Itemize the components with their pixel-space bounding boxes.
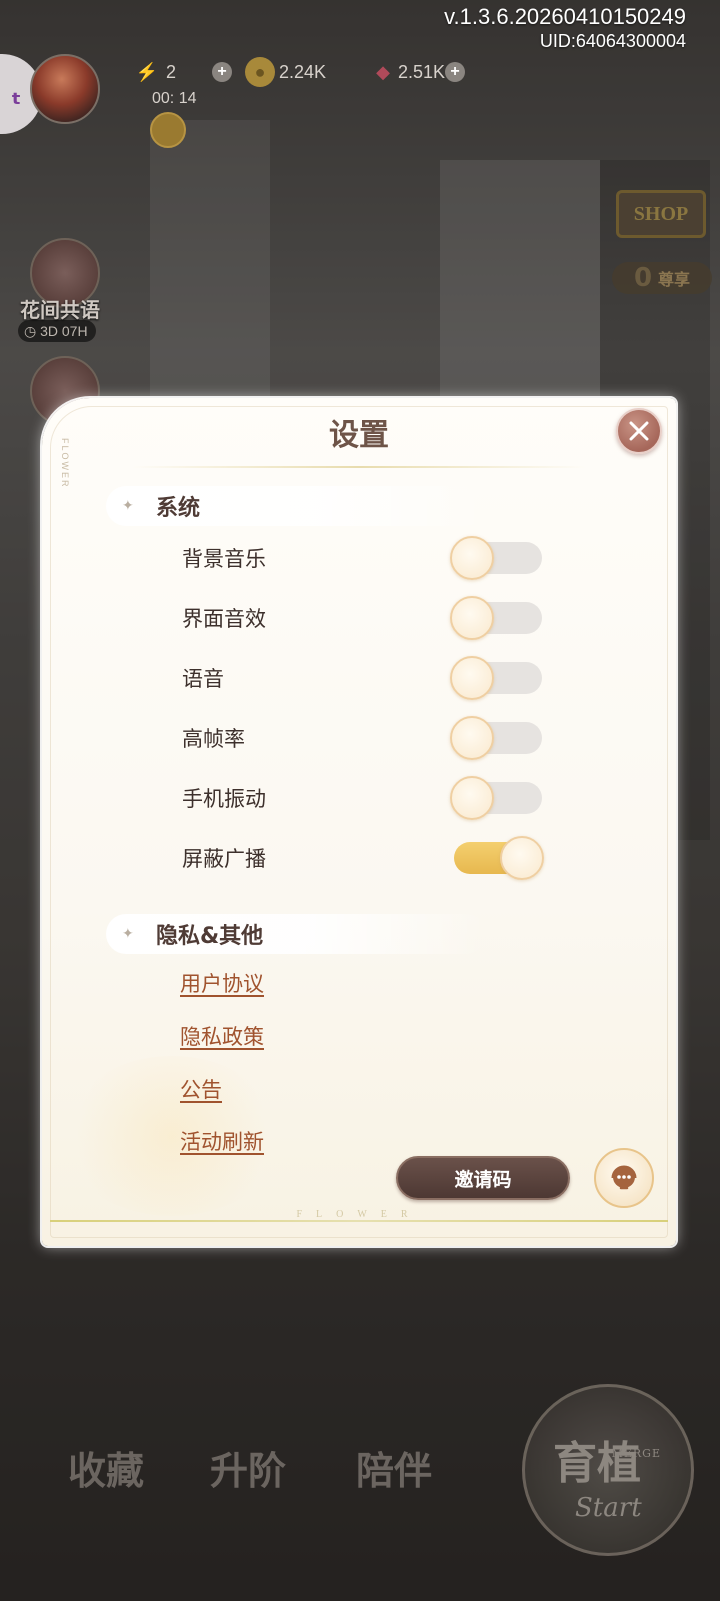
close-icon	[629, 421, 649, 441]
add-gem-button[interactable]: +	[445, 62, 466, 82]
side-event-timer-text: 3D 07H	[40, 323, 88, 339]
vip-label: 尊享	[658, 270, 691, 289]
gold-value: 2.24K	[279, 61, 327, 82]
add-energy-button[interactable]: +	[212, 62, 232, 82]
energy-resource: ⚡ 2 +	[132, 57, 232, 87]
shop-sign[interactable]: SHOP	[616, 190, 706, 238]
gold-resource: ● 2.24K	[245, 57, 326, 87]
energy-value: 2	[166, 61, 177, 82]
setting-row-bgm: 背景音乐	[182, 536, 622, 580]
setting-row-voice: 语音	[182, 656, 622, 700]
page-title: 设置	[329, 418, 389, 453]
ui-sfx-toggle[interactable]	[450, 596, 542, 640]
customer-service-button[interactable]	[594, 1148, 654, 1208]
nav-collection[interactable]: 收藏	[68, 1440, 144, 1495]
setting-label: 高帧率	[182, 727, 245, 751]
section-system: ✦ 系统	[106, 486, 486, 526]
privacy-policy-link[interactable]: 隐私政策	[180, 1021, 264, 1051]
gem-value: 2.51K	[398, 61, 446, 82]
setting-row-high-fps: 高帧率	[182, 716, 622, 760]
version-text: v.1.3.6.20260410150249	[444, 4, 686, 29]
gem-icon: ◆	[376, 61, 390, 82]
voice-toggle[interactable]	[450, 656, 542, 700]
gem-resource: ◆ 2.51K +	[368, 57, 466, 87]
high-fps-toggle[interactable]	[450, 716, 542, 760]
announcement-link[interactable]: 公告	[180, 1074, 222, 1104]
dialog-border	[50, 406, 668, 1238]
section-privacy: ✦ 隐私&其他	[106, 914, 486, 954]
nav-companion[interactable]: 陪伴	[356, 1440, 432, 1495]
setting-row-block-broadcast: 屏蔽广播	[182, 836, 622, 880]
sparkle-icon: ✦	[122, 926, 134, 942]
setting-label: 背景音乐	[182, 547, 266, 571]
lightning-icon: ⚡	[135, 61, 159, 82]
player-avatar-area[interactable]: ₜ	[0, 52, 104, 136]
section-privacy-label: 隐私&其他	[156, 924, 264, 949]
setting-label: 屏蔽广播	[182, 847, 266, 871]
nav-upgrade[interactable]: 升阶	[210, 1440, 286, 1495]
block-broadcast-toggle[interactable]	[452, 836, 544, 880]
avatar[interactable]	[30, 54, 100, 124]
sparkle-icon: ✦	[122, 498, 134, 514]
chat-headset-icon	[611, 1165, 637, 1190]
invite-code-button[interactable]: 邀请码	[396, 1156, 570, 1200]
setting-row-ui-sfx: 界面音效	[182, 596, 622, 640]
footer-divider	[50, 1220, 668, 1222]
uid-text: UID:64064300004	[539, 31, 686, 51]
vibration-toggle[interactable]	[450, 776, 542, 820]
bottom-nav: 收藏 升阶 陪伴	[60, 1440, 480, 1510]
bgm-toggle[interactable]	[450, 536, 542, 580]
gold-coin-icon: ●	[245, 57, 275, 87]
vip-count: 0	[633, 263, 653, 293]
vip-tag[interactable]: 0 尊享	[612, 262, 712, 294]
setting-label: 语音	[182, 667, 224, 691]
event-refresh-link[interactable]: 活动刷新	[180, 1126, 264, 1156]
setting-label: 界面音效	[182, 607, 266, 631]
close-button[interactable]	[616, 408, 662, 454]
settings-dialog: FLOWER 设置 ✦ 系统 背景音乐 界面音效 语音 高帧率 手机振动 屏蔽广…	[42, 398, 676, 1246]
title-divider	[132, 466, 586, 468]
start-merge-button[interactable]: 育植 MERGE Start	[522, 1384, 694, 1556]
version-info: v.1.3.6.20260410150249 UID:64064300004	[444, 4, 686, 52]
section-system-label: 系统	[156, 496, 201, 521]
energy-timer: 00: 14	[152, 90, 197, 107]
footer-flower-text: FLOWER	[296, 1209, 422, 1220]
start-script-label: Start	[575, 1493, 642, 1523]
coin-badge-icon[interactable]	[150, 112, 186, 148]
side-event-label: 花间共语	[20, 298, 100, 322]
user-agreement-link[interactable]: 用户协议	[180, 968, 264, 998]
side-event-timer: ◷ 3D 07H	[18, 320, 96, 342]
setting-label: 手机振动	[182, 787, 266, 811]
merge-label: MERGE	[611, 1447, 661, 1460]
setting-row-vibration: 手机振动	[182, 776, 622, 820]
